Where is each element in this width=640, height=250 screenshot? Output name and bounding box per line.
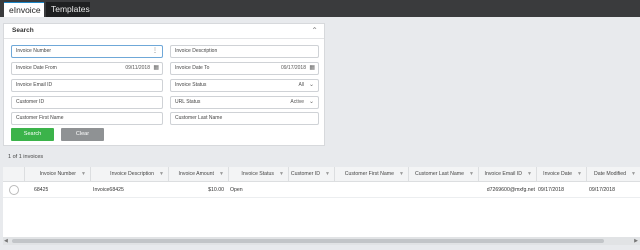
column-menu-icon[interactable]: ▼ xyxy=(325,167,330,182)
column-menu-icon[interactable]: ▼ xyxy=(399,167,404,182)
tab-templates[interactable]: Templates xyxy=(46,2,90,17)
invoice-number-input[interactable]: Invoice Number ⋮ xyxy=(11,45,163,58)
invoice-date-from-label: Invoice Date From xyxy=(16,65,57,71)
column-menu-icon[interactable]: ▼ xyxy=(527,167,532,182)
invoice-date-to-input[interactable]: Invoice Date To 09/17/2018 ▦ xyxy=(170,62,319,75)
search-panel-header: Search ⌃ xyxy=(4,24,324,39)
column-header-label: Invoice Status xyxy=(241,171,274,177)
cell-invoice-date: 09/17/2018 xyxy=(538,187,564,193)
column-header-label: Customer First Name xyxy=(344,171,394,177)
url-status-label: URL Status xyxy=(175,99,201,105)
more-vert-icon[interactable]: ⋮ xyxy=(152,46,158,57)
cell-invoice-description: Invoice68425 xyxy=(93,187,124,193)
column-header-label: Customer ID xyxy=(290,171,320,177)
cell-invoice-email-id: d7269600@mxfg.net xyxy=(486,187,535,193)
search-button[interactable]: Search xyxy=(11,128,54,141)
customer-id-input[interactable]: Customer ID xyxy=(11,96,163,109)
column-menu-icon[interactable]: ▼ xyxy=(577,167,582,182)
column-header-customer-id[interactable]: Customer ID ▼ xyxy=(289,167,335,182)
column-menu-icon[interactable]: ▼ xyxy=(81,167,86,182)
clear-button[interactable]: Clear xyxy=(61,128,104,141)
column-menu-icon[interactable]: ▼ xyxy=(279,167,284,182)
column-header-label: Invoice Email ID xyxy=(484,171,522,177)
column-header-label: Customer Last Name xyxy=(414,171,464,177)
url-status-value: Active xyxy=(290,99,304,105)
invoice-status-select[interactable]: Invoice Status All ⌄ xyxy=(170,79,319,92)
column-header-invoice-amount[interactable]: Invoice Amount ▼ xyxy=(169,167,229,182)
scroll-right-icon[interactable]: ▶ xyxy=(634,237,638,245)
calendar-icon[interactable]: ▦ xyxy=(309,63,315,74)
invoice-email-id-placeholder: Invoice Email ID xyxy=(16,82,53,88)
column-header-invoice-status[interactable]: Invoice Status ▼ xyxy=(229,167,289,182)
search-panel-title: Search xyxy=(12,27,34,34)
top-tab-bar: eInvoice Templates xyxy=(0,0,640,17)
search-panel: Search ⌃ Invoice Number ⋮ Invoice Descri… xyxy=(3,23,325,146)
calendar-icon[interactable]: ▦ xyxy=(153,63,159,74)
column-header-select xyxy=(3,167,25,182)
invoice-status-label: Invoice Status xyxy=(175,82,207,88)
invoice-description-placeholder: Invoice Description xyxy=(175,48,218,54)
column-menu-icon[interactable]: ▼ xyxy=(159,167,164,182)
row-select-radio[interactable] xyxy=(9,185,19,195)
cell-invoice-status: Open xyxy=(230,187,243,193)
cell-date-modified: 09/17/2018 xyxy=(589,187,615,193)
customer-first-name-placeholder: Customer First Name xyxy=(16,115,64,121)
tab-einvoice[interactable]: eInvoice xyxy=(4,2,44,17)
url-status-select[interactable]: URL Status Active ⌄ xyxy=(170,96,319,109)
column-header-invoice-description[interactable]: Invoice Description ▼ xyxy=(91,167,169,182)
results-grid: Invoice Number ▼ Invoice Description ▼ Inv… xyxy=(3,167,640,237)
column-header-invoice-date[interactable]: Invoice Date ▼ xyxy=(537,167,587,182)
grid-header: Invoice Number ▼ Invoice Description ▼ Inv… xyxy=(3,167,640,182)
customer-last-name-placeholder: Customer Last Name xyxy=(175,115,223,121)
column-menu-icon[interactable]: ▼ xyxy=(469,167,474,182)
invoice-date-to-value: 09/17/2018 xyxy=(280,65,306,71)
invoice-email-id-input[interactable]: Invoice Email ID xyxy=(11,79,163,92)
cell-invoice-amount: $10.00 xyxy=(208,187,224,193)
column-header-invoice-email-id[interactable]: Invoice Email ID ▼ xyxy=(479,167,537,182)
invoice-description-input[interactable]: Invoice Description xyxy=(170,45,319,58)
column-header-label: Invoice Number xyxy=(39,171,76,177)
horizontal-scrollbar[interactable]: ◀ ▶ xyxy=(3,237,640,245)
column-header-date-modified[interactable]: Date Modified ▼ xyxy=(587,167,640,182)
column-header-label: Invoice Description xyxy=(110,171,154,177)
column-header-label: Invoice Date xyxy=(543,171,572,177)
chevron-down-icon[interactable]: ⌄ xyxy=(309,97,314,108)
column-menu-icon[interactable]: ▼ xyxy=(631,167,636,182)
invoice-date-from-value: 09/11/2018 xyxy=(125,65,150,71)
column-header-customer-first-name[interactable]: Customer First Name ▼ xyxy=(335,167,409,182)
invoice-status-value: All xyxy=(298,82,304,88)
chevron-down-icon[interactable]: ⌄ xyxy=(309,80,314,91)
column-header-customer-last-name[interactable]: Customer Last Name ▼ xyxy=(409,167,479,182)
scrollbar-thumb[interactable] xyxy=(12,239,604,243)
cell-invoice-number: 68425 xyxy=(34,187,49,193)
customer-last-name-input[interactable]: Customer Last Name xyxy=(170,112,319,125)
customer-first-name-input[interactable]: Customer First Name xyxy=(11,112,163,125)
invoice-date-from-input[interactable]: Invoice Date From 09/11/2018 ▦ xyxy=(11,62,163,75)
chevron-up-icon[interactable]: ⌃ xyxy=(311,26,318,36)
invoice-number-placeholder: Invoice Number xyxy=(16,48,52,54)
invoice-date-to-label: Invoice Date To xyxy=(175,65,210,71)
column-header-invoice-number[interactable]: Invoice Number ▼ xyxy=(25,167,91,182)
column-header-label: Date Modified xyxy=(593,171,626,177)
table-row[interactable]: 68425 Invoice68425 $10.00 Open d7269600@… xyxy=(3,182,640,198)
result-count: 1 of 1 invoices xyxy=(8,154,44,160)
column-menu-icon[interactable]: ▼ xyxy=(219,167,224,182)
scroll-left-icon[interactable]: ◀ xyxy=(4,237,8,245)
column-header-label: Invoice Amount xyxy=(178,171,214,177)
customer-id-placeholder: Customer ID xyxy=(16,99,45,105)
